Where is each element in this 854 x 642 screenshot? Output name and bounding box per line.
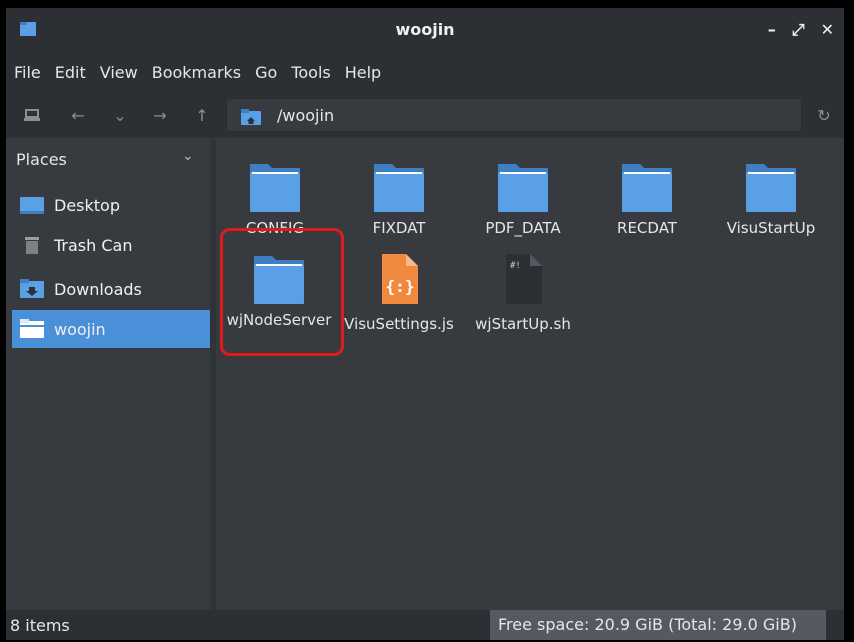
sidebar-item-label: Downloads — [54, 279, 142, 299]
sidebar-item-label: woojin — [54, 319, 106, 339]
close-button[interactable]: ✕ — [821, 20, 834, 40]
item-count: 8 items — [10, 616, 70, 635]
javascript-file-icon: {:} — [382, 254, 418, 304]
sidebar-item-woojin[interactable]: woojin — [12, 310, 210, 348]
sidebar-item-trash[interactable]: Trash Can — [12, 226, 210, 264]
menu-bar: File Edit View Bookmarks Go Tools Help — [6, 52, 844, 92]
home-folder-icon — [241, 109, 261, 125]
downloads-folder-icon — [20, 279, 44, 298]
status-bar: 8 items Free space: 20.9 GiB (Total: 29.… — [6, 610, 844, 640]
sidebar-item-downloads[interactable]: Downloads — [12, 270, 210, 308]
sidebar-item-label: Trash Can — [54, 235, 133, 255]
svg-text:{:}: {:} — [386, 277, 415, 296]
free-space: Free space: 20.9 GiB (Total: 29.0 GiB) — [490, 610, 826, 640]
back-arrow-icon[interactable]: ← — [68, 105, 88, 125]
shell-script-icon: #! — [506, 254, 542, 304]
menu-go[interactable]: Go — [255, 63, 277, 82]
file-name: FIXDAT — [372, 219, 426, 237]
toolbar: ← ⌄ → ↑ /woojin ↻ — [6, 92, 844, 138]
file-item-recdat[interactable]: RECDAT — [588, 160, 706, 238]
desktop-folder-icon — [20, 197, 44, 214]
file-name: RECDAT — [617, 219, 677, 237]
file-item-visusettings-js[interactable]: {:} VisuSettings.js — [340, 252, 458, 334]
minimize-button[interactable]: – — [768, 20, 776, 40]
file-manager-window: woojin – ⤢ ✕ File Edit View Bookmarks Go… — [6, 8, 844, 640]
folder-icon — [374, 164, 424, 212]
home-folder-icon — [20, 319, 44, 338]
file-item-pdf-data[interactable]: PDF_DATA — [464, 160, 582, 238]
file-name: wjStartUp.sh — [475, 315, 571, 333]
file-item-wjstartup-sh[interactable]: #! wjStartUp.sh — [464, 252, 582, 334]
red-annotation-box — [220, 228, 344, 356]
folder-icon — [746, 164, 796, 212]
file-item-config[interactable]: CONFIG — [216, 160, 334, 238]
history-dropdown-icon[interactable]: ⌄ — [110, 105, 130, 125]
menu-help[interactable]: Help — [345, 63, 381, 82]
forward-arrow-icon[interactable]: → — [150, 105, 170, 125]
location-bar[interactable]: /woojin — [226, 98, 802, 132]
file-name: VisuSettings.js — [344, 315, 454, 333]
menu-bookmarks[interactable]: Bookmarks — [152, 63, 241, 82]
places-header[interactable]: Places — [16, 150, 67, 169]
computer-icon[interactable] — [22, 105, 42, 125]
path-input[interactable]: /woojin — [277, 106, 334, 125]
folder-icon — [250, 164, 300, 212]
menu-tools[interactable]: Tools — [291, 63, 330, 82]
file-item-fixdat[interactable]: FIXDAT — [340, 160, 458, 238]
maximize-button[interactable]: ⤢ — [792, 20, 805, 40]
sidebar-item-desktop[interactable]: Desktop — [12, 186, 210, 224]
file-name: PDF_DATA — [485, 219, 561, 237]
svg-text:#!: #! — [510, 261, 521, 271]
folder-icon — [498, 164, 548, 212]
up-arrow-icon[interactable]: ↑ — [192, 105, 212, 125]
file-item-visustartup[interactable]: VisuStartUp — [712, 160, 830, 238]
menu-file[interactable]: File — [14, 63, 41, 82]
sidebar: Places ⌄ Desktop Trash Can Downloads woo… — [6, 140, 210, 610]
menu-view[interactable]: View — [100, 63, 138, 82]
window-title: woojin — [395, 20, 455, 39]
chevron-down-icon[interactable]: ⌄ — [182, 148, 194, 164]
title-bar[interactable]: woojin – ⤢ ✕ — [6, 8, 844, 52]
file-name: VisuStartUp — [726, 219, 816, 237]
trash-icon — [25, 237, 39, 254]
file-view: CONFIG FIXDAT PDF_DATA RECDAT VisuStartU… — [216, 140, 844, 610]
reload-icon[interactable]: ↻ — [814, 105, 834, 125]
menu-edit[interactable]: Edit — [55, 63, 86, 82]
sidebar-item-label: Desktop — [54, 195, 120, 215]
folder-icon — [622, 164, 672, 212]
